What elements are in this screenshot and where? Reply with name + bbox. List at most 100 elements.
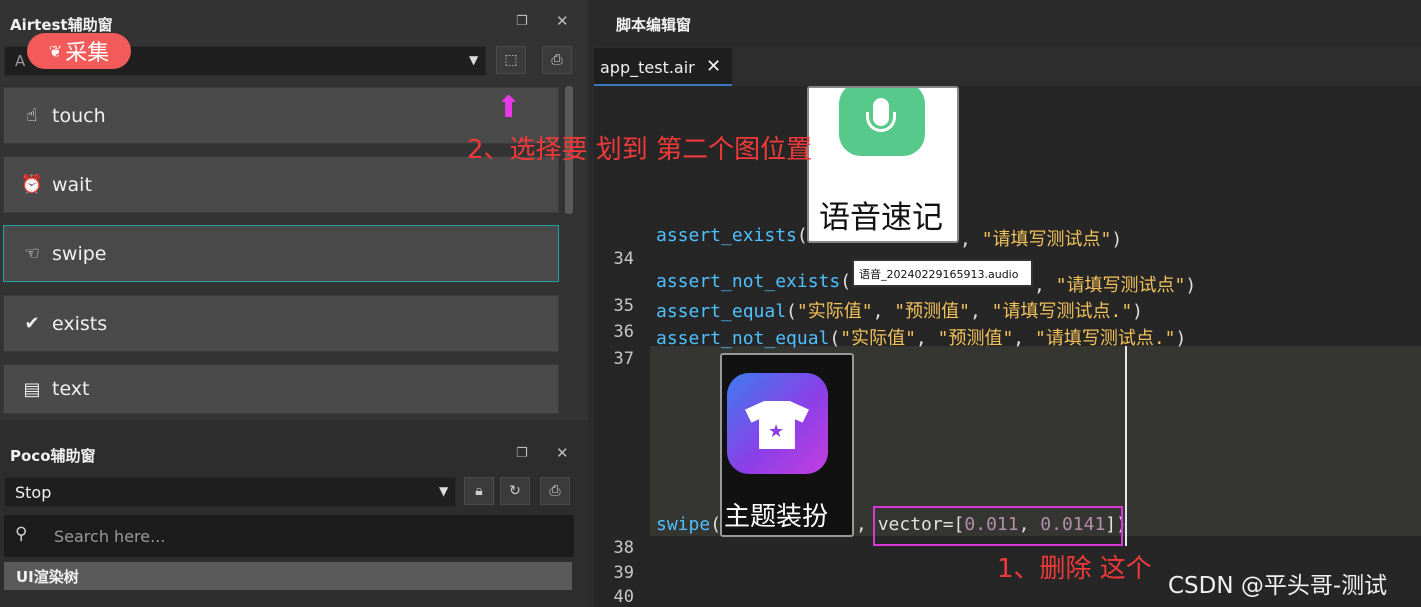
camera-icon: ⎙ (551, 52, 563, 68)
line-number: 34 (613, 249, 634, 269)
code-punct: , (915, 328, 938, 349)
code-line-assert-equal[interactable]: assert_equal("实际值", "预测值", "请填写测试点.") (656, 297, 1143, 323)
tab-app-test[interactable]: app_test.air ✕ (594, 48, 732, 86)
code-punct: ) (1185, 275, 1197, 296)
code-line-swipe[interactable]: swipe( (656, 514, 721, 535)
select-image-button[interactable]: ⬚ (496, 46, 526, 74)
collect-badge[interactable]: ❦ 采集 (27, 33, 131, 69)
action-label: exists (52, 312, 108, 335)
code-line-assert-exists[interactable]: assert_exists( (656, 225, 808, 246)
editor-header (594, 0, 1421, 46)
code-line-assert-exists-tail[interactable]: , "请填写测试点") (960, 225, 1122, 251)
hand-tap-icon: ☝ (26, 105, 38, 126)
chevron-down-icon[interactable]: ▼ (469, 53, 478, 67)
close-tab-icon[interactable]: ✕ (706, 56, 721, 77)
line-number: 39 (613, 563, 634, 583)
action-swipe[interactable]: ☜ swipe (3, 225, 559, 282)
airtest-panel-title: Airtest辅助窗 (10, 16, 113, 34)
device-combo-value: A (15, 52, 26, 70)
lock-icon: 🔒︎ (475, 483, 483, 499)
leaf-icon: ❦ (48, 41, 63, 61)
code-punct: , (969, 301, 992, 322)
swipe-hand-icon: ☜ (23, 243, 41, 264)
poco-mode-combo[interactable]: Stop ▼ (4, 477, 456, 507)
poco-panel-title: Poco辅助窗 (10, 447, 96, 465)
code-string: "请填写测试点." (1034, 328, 1176, 349)
chevron-down-icon[interactable]: ▼ (439, 484, 448, 498)
annotation-step1: 1、删除 这个 (997, 554, 1152, 584)
restore-window-icon[interactable]: ❐ (516, 14, 528, 29)
code-punct: ) (1132, 301, 1143, 322)
code-punct: ( (840, 271, 852, 292)
code-string: "请填写测试点" (981, 229, 1112, 250)
line-number: 38 (613, 538, 634, 558)
microphone-stand (866, 112, 896, 132)
code-fn: assert_equal (656, 301, 787, 322)
poco-search-box[interactable]: ⚲ Search here... (4, 515, 574, 557)
refresh-icon: ↻ (509, 483, 521, 499)
code-punct: ( (786, 301, 797, 322)
tab-label: app_test.air (600, 58, 695, 77)
action-label: swipe (52, 242, 107, 265)
line-number: 36 (613, 322, 634, 342)
action-label: touch (52, 104, 106, 127)
line-number: 35 (613, 296, 634, 316)
code-line-assert-not-exists[interactable]: assert_not_exists( (656, 271, 851, 292)
record-button[interactable]: ⎙ (540, 477, 570, 505)
annotation-step2: 2、选择要 划到 第二个图位置 (467, 135, 813, 165)
refresh-button[interactable]: ↻ (500, 477, 530, 505)
close-panel-icon[interactable]: ✕ (556, 444, 569, 462)
code-punct: , (1013, 328, 1035, 349)
audio-file-thumbnail[interactable]: 语音_20240229165913.audio (852, 259, 1033, 287)
ui-tree-header[interactable]: UI渲染树 (4, 562, 572, 590)
code-punct: ( (710, 514, 722, 535)
code-fn: assert_not_equal (656, 328, 830, 349)
code-punct: ( (829, 328, 841, 349)
action-exists[interactable]: ✔ exists (3, 295, 559, 352)
crop-select-icon: ⬚ (504, 52, 518, 68)
code-fn: assert_exists (656, 225, 797, 246)
code-string: "请填写测试点" (1055, 275, 1186, 296)
code-punct: , (1034, 275, 1056, 296)
code-punct: , (872, 301, 895, 322)
watermark: CSDN @平头哥-测试 (1168, 573, 1388, 599)
voice-memo-label: 语音速记 (819, 200, 943, 236)
theme-label: 主题装扮 (724, 502, 829, 532)
code-string: "预测值" (894, 301, 970, 322)
search-input[interactable]: Search here... (54, 527, 165, 546)
theme-thumbnail[interactable]: ★ 主题装扮 (720, 353, 854, 537)
close-panel-icon[interactable]: ✕ (556, 12, 569, 30)
star-icon: ★ (768, 421, 785, 442)
code-string: "实际值" (796, 301, 873, 322)
action-text[interactable]: ▤ text (3, 364, 559, 414)
code-line-assert-not-equal[interactable]: assert_not_equal("实际值", "预测值", "请填写测试点."… (656, 324, 1186, 350)
microphone-app-icon (839, 88, 925, 156)
voice-memo-thumbnail[interactable]: 语音速记 (807, 86, 959, 243)
code-punct: ( (796, 225, 808, 246)
action-label: wait (52, 173, 92, 196)
code-string: "请填写测试点." (991, 301, 1133, 322)
annotation-box (873, 506, 1123, 546)
code-string: "预测值" (937, 328, 1014, 349)
code-punct: ) (1111, 229, 1123, 250)
ui-tree-header-label: UI渲染树 (16, 568, 79, 586)
theme-app-icon: ★ (727, 373, 828, 474)
action-label: text (52, 378, 90, 400)
text-box-icon: ▤ (23, 378, 41, 400)
record-button[interactable]: ⎙ (542, 46, 572, 74)
check-search-icon: ✔ (24, 313, 40, 334)
code-string: "实际值" (840, 328, 916, 349)
editor-window-title: 脚本编辑窗 (616, 16, 692, 34)
line-number: 37 (613, 349, 634, 369)
alarm-clock-icon: ⏰ (20, 174, 44, 195)
lock-button[interactable]: 🔒︎ (464, 477, 494, 505)
collect-badge-label: 采集 (65, 41, 110, 66)
code-fn: assert_not_exists (656, 271, 841, 292)
search-icon: ⚲ (15, 524, 28, 544)
poco-mode-value: Stop (15, 483, 52, 502)
arrow-up-icon: ⬆ (496, 90, 522, 125)
code-punct: , (960, 229, 982, 250)
line-number: 40 (613, 587, 634, 607)
code-line-assert-not-exists-tail[interactable]: , "请填写测试点") (1034, 271, 1196, 297)
restore-window-icon[interactable]: ❐ (516, 446, 528, 461)
